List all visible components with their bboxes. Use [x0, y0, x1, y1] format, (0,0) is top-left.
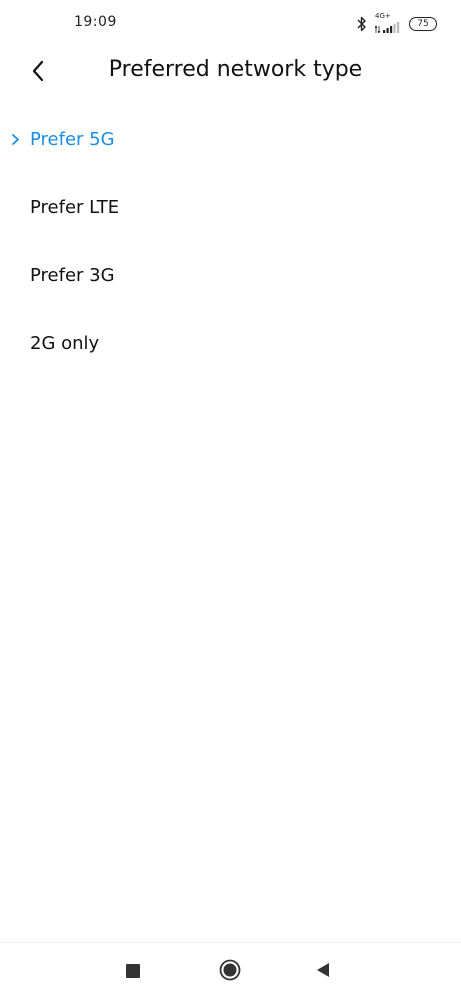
home-button[interactable]	[215, 957, 245, 987]
selected-chevron-icon	[11, 132, 23, 146]
battery-icon: 75	[409, 17, 437, 31]
network-type-label: 4G+	[375, 12, 391, 20]
option-label: Prefer 3G	[30, 264, 115, 286]
navigation-bar	[0, 942, 461, 999]
status-icons: 4G+ 75	[357, 12, 437, 33]
home-icon	[219, 959, 241, 985]
status-time: 19:09	[74, 14, 117, 30]
back-triangle-icon	[315, 962, 331, 982]
header: Preferred network type	[0, 50, 461, 94]
option-prefer-5g[interactable]: Prefer 5G	[0, 105, 461, 173]
option-label: Prefer 5G	[30, 128, 115, 150]
bluetooth-icon	[357, 16, 367, 32]
nav-back-button[interactable]	[308, 957, 338, 987]
network-type-options: Prefer 5G Prefer LTE Prefer 3G 2G only	[0, 105, 461, 377]
battery-level: 75	[417, 19, 429, 29]
status-bar: 19:09 4G+ 75	[0, 0, 461, 50]
option-label: Prefer LTE	[30, 196, 120, 218]
recent-apps-icon	[126, 963, 140, 982]
option-prefer-3g[interactable]: Prefer 3G	[0, 241, 461, 309]
page-title: Preferred network type	[108, 57, 363, 82]
option-prefer-lte[interactable]: Prefer LTE	[0, 173, 461, 241]
signal-icon: 4G+	[375, 12, 401, 33]
recent-apps-button[interactable]	[118, 957, 148, 987]
option-2g-only[interactable]: 2G only	[0, 309, 461, 377]
option-label: 2G only	[30, 332, 100, 354]
